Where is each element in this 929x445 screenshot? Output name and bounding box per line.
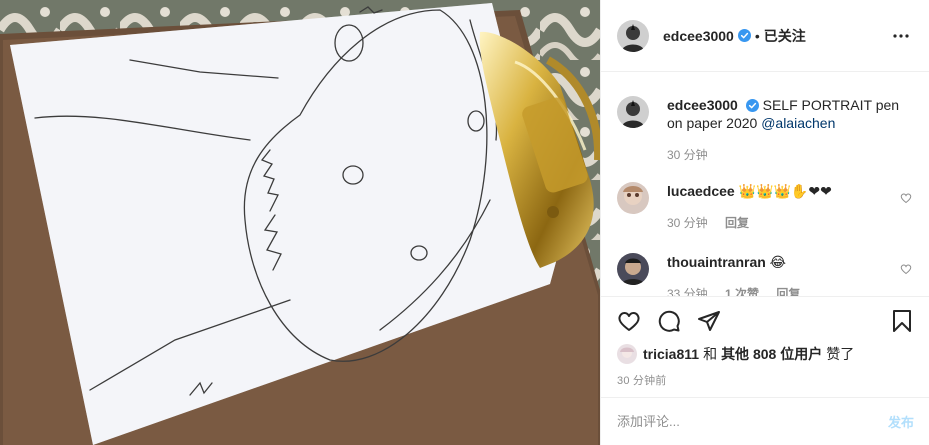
post-photo[interactable] <box>0 0 600 445</box>
separator-dot: • <box>754 27 760 44</box>
post-side-panel: edcee3000 • 已关注 edcee3000 SELF PORTRAIT … <box>600 0 929 445</box>
likes-summary: tricia811 和 其他 808 位用户 赞了 <box>617 344 854 364</box>
author-username[interactable]: edcee3000 <box>663 28 734 44</box>
comment-text: 😂 <box>769 254 787 270</box>
verified-badge-icon <box>737 29 751 42</box>
likes-connector: 和 <box>703 346 718 362</box>
author-avatar[interactable] <box>617 19 649 52</box>
bookmark-icon[interactable] <box>882 301 922 341</box>
comment-text: 👑👑👑✋❤❤ <box>738 183 832 199</box>
verified-badge-icon <box>745 99 759 112</box>
comment-heart-icon[interactable] <box>900 192 912 204</box>
more-options-icon[interactable] <box>889 24 913 48</box>
action-bar <box>601 296 929 344</box>
caption-row: edcee3000 SELF PORTRAIT pen on paper 202… <box>617 96 914 164</box>
share-icon[interactable] <box>689 301 729 341</box>
self-portrait-drawing-image <box>0 0 600 445</box>
liker-avatar[interactable] <box>617 344 637 364</box>
post-comment-button[interactable]: 发布 <box>888 412 914 431</box>
post-timestamp[interactable]: 30 分钟前 <box>617 372 667 388</box>
instagram-post: edcee3000 • 已关注 edcee3000 SELF PORTRAIT … <box>0 0 929 445</box>
add-comment-input[interactable] <box>617 414 888 429</box>
heart-icon[interactable] <box>609 301 649 341</box>
comment-heart-icon[interactable] <box>900 263 912 275</box>
liker-username[interactable]: tricia811 <box>643 346 699 362</box>
reply-button[interactable]: 回复 <box>776 287 800 296</box>
commenter-avatar[interactable] <box>617 253 649 285</box>
commenter-username[interactable]: lucaedcee <box>667 183 735 199</box>
caption-time[interactable]: 30 分钟 <box>667 146 914 164</box>
author-avatar[interactable] <box>617 96 649 128</box>
follow-status-button[interactable]: 已关注 <box>764 26 806 46</box>
commenter-avatar[interactable] <box>617 182 649 214</box>
caption-username[interactable]: edcee3000 <box>667 97 738 113</box>
comment-icon[interactable] <box>649 301 689 341</box>
comment-composer: 发布 <box>601 397 929 445</box>
other-likers-link[interactable]: 其他 808 位用户 <box>721 344 822 364</box>
comment-time[interactable]: 30 分钟 <box>667 216 708 230</box>
comment-row: thouaintranran 😂 33 分钟 1 次赞 回复 <box>617 253 914 296</box>
comments-list[interactable]: edcee3000 SELF PORTRAIT pen on paper 202… <box>601 73 929 296</box>
commenter-username[interactable]: thouaintranran <box>667 254 766 270</box>
comment-row: lucaedcee 👑👑👑✋❤❤ 30 分钟 回复 <box>617 182 914 232</box>
post-header: edcee3000 • 已关注 <box>601 0 929 72</box>
comment-time[interactable]: 33 分钟 <box>667 287 708 296</box>
comment-like-count[interactable]: 1 次赞 <box>725 287 759 296</box>
reply-button[interactable]: 回复 <box>725 216 749 230</box>
caption-mention-link[interactable]: @alaiachen <box>761 115 835 131</box>
likes-suffix: 赞了 <box>826 346 855 362</box>
